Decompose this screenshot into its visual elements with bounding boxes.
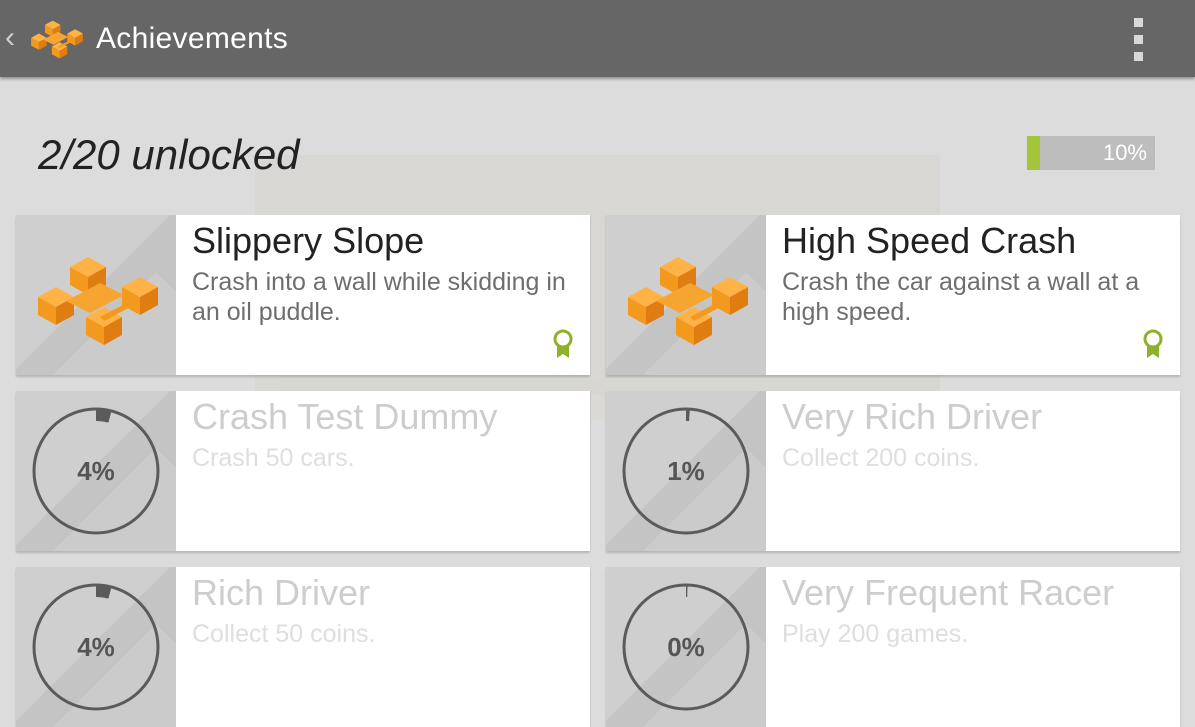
overall-progress-bar: 10% [1027,136,1155,170]
app-logo-icon[interactable] [26,12,88,62]
achievement-card-very-frequent-racer[interactable]: 0% Very Frequent Racer Play 200 games. [606,567,1180,727]
achievement-card-rich-driver[interactable]: 4% Rich Driver Collect 50 coins. [16,567,590,727]
achievement-thumb [606,215,766,375]
overflow-menu-icon[interactable] [1126,16,1152,62]
achievement-name: Crash Test Dummy [192,396,498,437]
award-ribbon-icon [1143,329,1163,358]
award-ribbon-icon [553,329,573,358]
back-chevron-icon[interactable]: ‹ [5,22,21,54]
overall-progress-label: 10% [1102,140,1147,165]
achievement-description: Collect 200 coins. [782,444,980,472]
car-icon [628,257,748,345]
unlocked-count: 2/20 unlocked [38,131,300,178]
achievement-name: High Speed Crash [782,220,1077,261]
progress-ring-label: 0% [667,632,705,662]
achievement-thumb: 4% [16,391,176,551]
achievement-name: Rich Driver [192,572,371,613]
achievement-card-high-speed-crash[interactable]: High Speed Crash Crash the car against a… [606,215,1180,375]
achievement-name: Very Rich Driver [782,396,1043,437]
achievement-description: Crash 50 cars. [192,444,355,472]
overall-progress-fill [1027,136,1040,170]
achievement-name: Very Frequent Racer [782,572,1115,613]
achievement-description: Play 200 games. [782,620,969,648]
achievement-description: Crash the car against a wall at a high s… [782,268,1140,326]
achievement-thumb: 1% [606,391,766,551]
achievement-thumb: 4% [16,567,176,727]
achievement-name: Slippery Slope [192,220,425,261]
achievement-thumb: 0% [606,567,766,727]
page-title: Achievements [96,22,289,55]
progress-ring-label: 1% [667,456,705,486]
achievement-description: Crash into a wall while skidding in an o… [192,268,566,326]
achievement-description: Collect 50 coins. [192,620,376,648]
app-bar: ‹ Achievements [0,0,1195,77]
progress-ring-label: 4% [77,632,115,662]
achievement-card-crash-test-dummy[interactable]: 4% Crash Test Dummy Crash 50 cars. [16,391,590,551]
car-icon [38,257,158,345]
progress-ring-label: 4% [77,456,115,486]
achievement-card-slippery-slope[interactable]: Slippery Slope Crash into a wall while s… [16,215,590,375]
achievement-thumb [16,215,176,375]
achievement-card-very-rich-driver[interactable]: 1% Very Rich Driver Collect 200 coins. [606,391,1180,551]
